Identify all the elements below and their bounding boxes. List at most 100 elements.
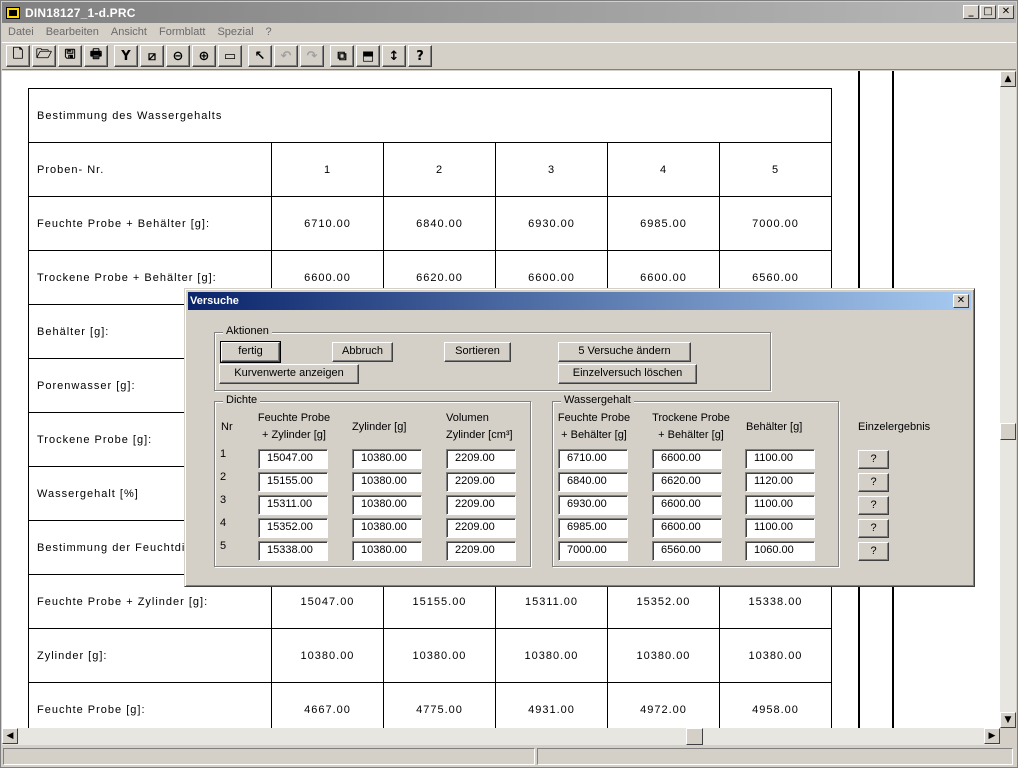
menu-ansicht[interactable]: Ansicht <box>105 26 153 38</box>
dialog-title-bar[interactable]: Versuche ✕ <box>188 292 971 310</box>
single-result-button[interactable]: ? <box>858 473 889 492</box>
scroll-up-arrow-icon[interactable]: ▲ <box>1000 71 1016 87</box>
sample-number-cell: 5 <box>719 142 832 197</box>
pointer-button[interactable]: ↖ <box>248 45 272 67</box>
single-result-button[interactable]: ? <box>858 542 889 561</box>
wet-cylinder-input[interactable]: 15155.00 <box>258 472 328 492</box>
close-button[interactable]: ✕ <box>998 5 1014 19</box>
sheet-value-cell: 4667.00 <box>271 682 384 728</box>
dry-container-input[interactable]: 6600.00 <box>652 518 722 538</box>
maximize-button[interactable]: □ <box>980 5 996 19</box>
print-button[interactable]: 🖶 <box>84 45 108 67</box>
sheet-row: Zylinder [g]: 10380.00 10380.00 10380.00 103… <box>28 628 832 683</box>
container-input[interactable]: 1120.00 <box>745 472 815 492</box>
frame-icon: ▭ <box>223 48 237 64</box>
wet-container-input[interactable]: 6985.00 <box>558 518 628 538</box>
wet-cylinder-input[interactable]: 15338.00 <box>258 541 328 561</box>
wet-container-input[interactable]: 7000.00 <box>558 541 628 561</box>
cancel-button[interactable]: Abbruch <box>332 342 393 362</box>
tools-icon: Y <box>121 48 131 64</box>
status-pane-main <box>3 748 536 765</box>
print-preview-button[interactable]: ⧄ <box>140 45 164 67</box>
wet-cylinder-input[interactable]: 15352.00 <box>258 518 328 538</box>
dry-container-input[interactable]: 6600.00 <box>652 449 722 469</box>
tools-button[interactable]: Y <box>114 45 138 67</box>
single-result-button[interactable]: ? <box>858 519 889 538</box>
pointer-icon: ↖ <box>254 48 266 64</box>
menu-bearbeiten[interactable]: Bearbeiten <box>40 26 105 38</box>
volume-input[interactable]: 2209.00 <box>446 518 516 538</box>
single-result-button[interactable]: ? <box>858 496 889 515</box>
done-button[interactable]: fertig <box>220 341 281 363</box>
wet-container-input[interactable]: 6840.00 <box>558 472 628 492</box>
open-folder-button[interactable]: 🗁 <box>32 45 56 67</box>
dry-container-header-line2: + Behälter [g] <box>658 429 724 441</box>
volume-input[interactable]: 2209.00 <box>446 541 516 561</box>
container-input[interactable]: 1100.00 <box>745 518 815 538</box>
print-preview-icon: ⧄ <box>147 48 157 64</box>
scrollbar-corner <box>1000 728 1016 745</box>
redo-button[interactable]: ↷ <box>300 45 324 67</box>
horizontal-scroll-thumb[interactable] <box>686 728 703 745</box>
minimize-button[interactable]: _ <box>963 5 979 19</box>
sheet-value-cell: 7000.00 <box>719 196 832 251</box>
app-icon <box>5 5 21 21</box>
scroll-down-arrow-icon[interactable]: ▼ <box>1000 712 1016 728</box>
sheet-value-cell: 10380.00 <box>271 628 384 683</box>
help-button[interactable]: ? <box>408 45 432 67</box>
sort-button[interactable]: Sortieren <box>444 342 511 362</box>
wet-container-header-line2: + Behälter [g] <box>561 429 627 441</box>
sheet-value-cell: 10380.00 <box>719 628 832 683</box>
wet-cylinder-input[interactable]: 15311.00 <box>258 495 328 515</box>
cylinder-input[interactable]: 10380.00 <box>352 472 422 492</box>
container-input[interactable]: 1100.00 <box>745 449 815 469</box>
zoom-out-button[interactable]: ⊖ <box>166 45 190 67</box>
volume-input[interactable]: 2209.00 <box>446 495 516 515</box>
trial-number: 3 <box>220 494 227 506</box>
dialog-close-icon[interactable]: ✕ <box>953 294 969 308</box>
menu-help[interactable]: ? <box>260 26 278 38</box>
container-input[interactable]: 1060.00 <box>745 541 815 561</box>
cylinder-input[interactable]: 10380.00 <box>352 518 422 538</box>
horizontal-scrollbar[interactable]: ◀ ▶ <box>2 728 1000 745</box>
wet-container-input[interactable]: 6710.00 <box>558 449 628 469</box>
trial-number: 1 <box>220 448 227 460</box>
single-result-button[interactable]: ? <box>858 450 889 469</box>
title-bar[interactable]: DIN18127_1-d.PRC _ □ ✕ <box>2 2 1016 23</box>
volume-input[interactable]: 2209.00 <box>446 472 516 492</box>
cylinder-input[interactable]: 10380.00 <box>352 449 422 469</box>
menu-formblatt[interactable]: Formblatt <box>153 26 211 38</box>
export-button[interactable]: ⬒ <box>356 45 380 67</box>
new-document-button[interactable]: 🗋 <box>6 45 30 67</box>
delete-single-trial-button[interactable]: Einzelversuch löschen <box>558 364 697 384</box>
container-header: Behälter [g] <box>746 421 803 433</box>
cylinder-input[interactable]: 10380.00 <box>352 541 422 561</box>
open-folder-icon: 🗁 <box>35 47 53 62</box>
dry-container-input[interactable]: 6620.00 <box>652 472 722 492</box>
scroll-left-arrow-icon[interactable]: ◀ <box>2 728 18 744</box>
volume-input[interactable]: 2209.00 <box>446 449 516 469</box>
scroll-right-arrow-icon[interactable]: ▶ <box>984 728 1000 744</box>
zoom-in-button[interactable]: ⊕ <box>192 45 216 67</box>
vertical-resize-button[interactable]: ↕ <box>382 45 406 67</box>
actions-caption: Aktionen <box>223 325 272 337</box>
cylinder-input[interactable]: 10380.00 <box>352 495 422 515</box>
show-curve-values-button[interactable]: Kurvenwerte anzeigen <box>219 364 359 384</box>
wet-cylinder-input[interactable]: 15047.00 <box>258 449 328 469</box>
container-input[interactable]: 1100.00 <box>745 495 815 515</box>
edit-trials-button[interactable]: 5 Versuche ändern <box>558 342 691 362</box>
dry-container-header-line1: Trockene Probe <box>652 412 730 424</box>
save-button[interactable]: 🖫 <box>58 45 82 67</box>
vertical-scrollbar[interactable]: ▲ ▼ <box>1000 71 1016 728</box>
dry-container-input[interactable]: 6560.00 <box>652 541 722 561</box>
dry-container-input[interactable]: 6600.00 <box>652 495 722 515</box>
vertical-scroll-thumb[interactable] <box>1000 423 1016 440</box>
app-window: DIN18127_1-d.PRC _ □ ✕ Datei Bearbeiten … <box>0 0 1018 768</box>
form-button[interactable]: ⧉ <box>330 45 354 67</box>
sheet-value-cell: 4931.00 <box>495 682 608 728</box>
menu-datei[interactable]: Datei <box>2 26 40 38</box>
undo-button[interactable]: ↶ <box>274 45 298 67</box>
frame-button[interactable]: ▭ <box>218 45 242 67</box>
menu-spezial[interactable]: Spezial <box>211 26 259 38</box>
wet-container-input[interactable]: 6930.00 <box>558 495 628 515</box>
